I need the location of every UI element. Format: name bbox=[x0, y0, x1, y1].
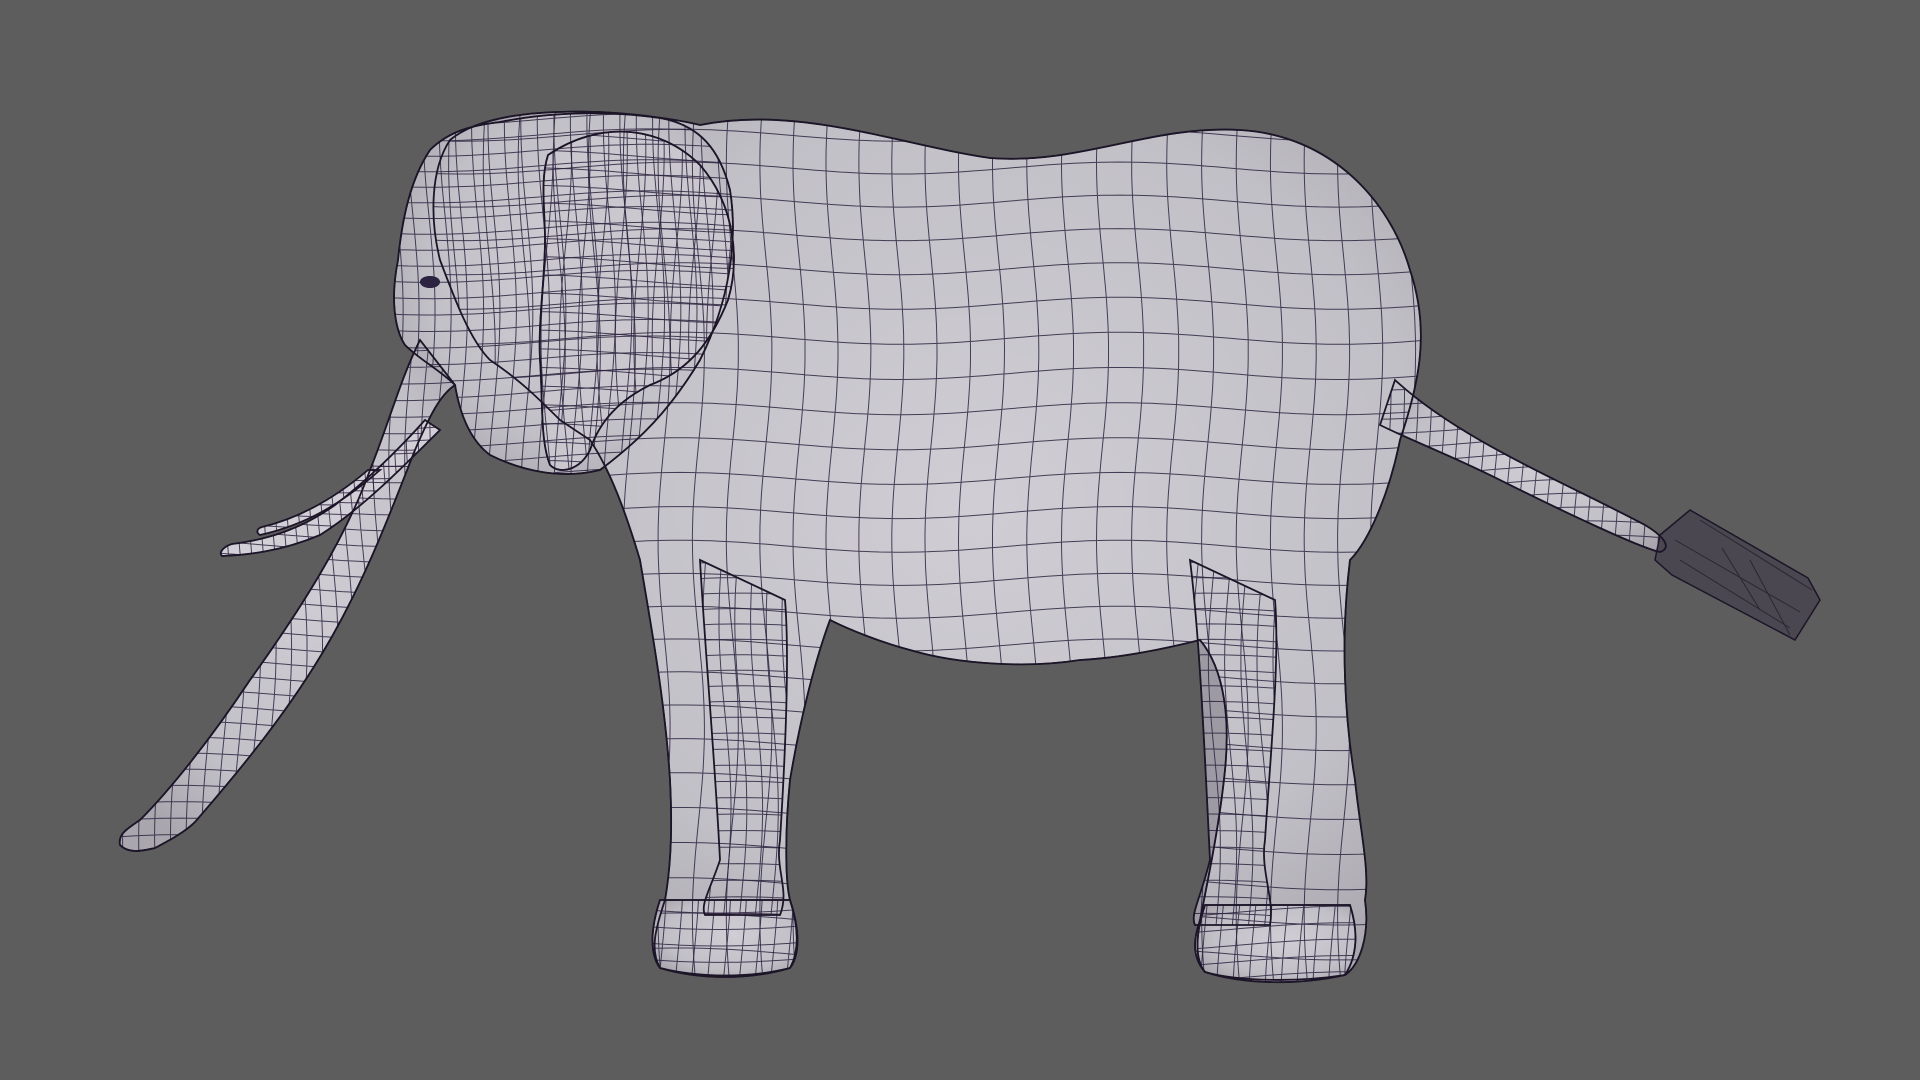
3d-viewport[interactable] bbox=[0, 0, 1920, 1080]
elephant-eye-top bbox=[420, 276, 440, 288]
viewport-canvas[interactable] bbox=[0, 0, 1920, 1080]
